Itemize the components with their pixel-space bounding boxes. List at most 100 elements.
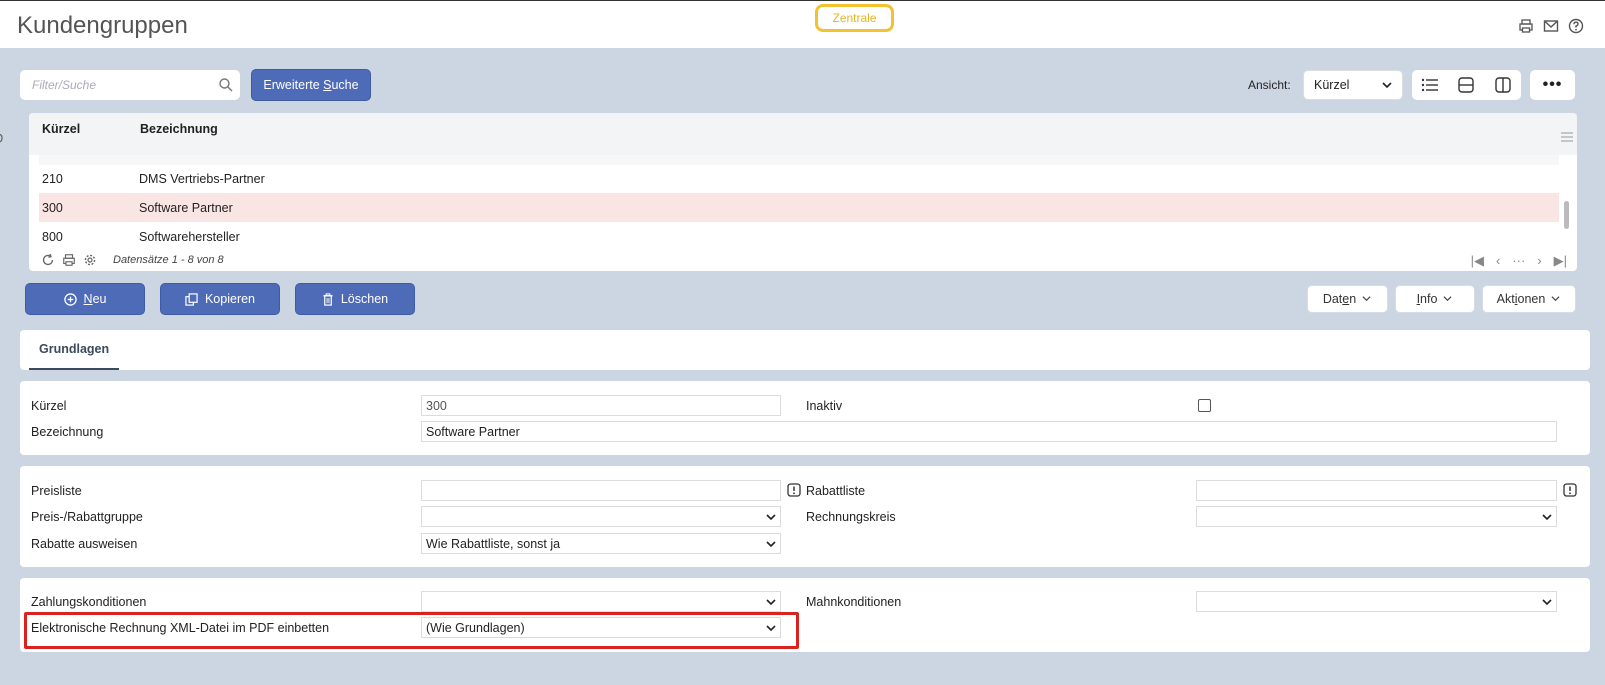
preisliste-field[interactable] — [421, 480, 781, 501]
print-icon[interactable] — [1518, 18, 1535, 35]
chevron-down-icon — [1551, 294, 1561, 304]
chevron-down-icon — [1542, 597, 1552, 607]
prev-page-icon[interactable]: ‹ — [1496, 253, 1500, 269]
new-button[interactable]: Neu — [25, 283, 145, 315]
next-page-icon[interactable]: › — [1537, 253, 1541, 269]
bezeichnung-field[interactable]: Software Partner — [421, 421, 1557, 442]
cell-name: Software Partner — [139, 200, 233, 215]
actions-label: Akt — [1496, 292, 1515, 306]
view-select-value: Kürzel — [1314, 78, 1350, 92]
copy-icon — [185, 292, 198, 306]
refresh-icon[interactable] — [41, 253, 55, 267]
search-icon[interactable] — [218, 77, 234, 93]
cell-code: 300 — [42, 200, 63, 215]
page-dots: ··· — [1512, 253, 1526, 268]
delete-label: Löschen — [340, 292, 389, 306]
chevron-down-icon — [1443, 294, 1453, 304]
rabatte-ausweisen-value: Wie Rabattliste, sonst ja — [426, 536, 561, 551]
first-page-icon[interactable]: |◀ — [1471, 253, 1484, 269]
chevron-down-icon — [1382, 80, 1392, 90]
highlight-box — [24, 612, 799, 649]
advanced-search-label-rest: uche — [331, 78, 359, 92]
copy-label: Kopieren — [204, 292, 256, 306]
cell-code: 210 — [42, 171, 63, 186]
record-count: Datensätze 1 - 8 von 8 — [113, 254, 224, 266]
data-grid: Kürzel Bezeichnung 210 DMS Vertriebs-Par… — [29, 113, 1577, 271]
table-row[interactable]: 210 DMS Vertriebs-Partner — [39, 164, 1559, 193]
info-box-icon[interactable] — [787, 483, 801, 497]
advanced-search-label: Erweiterte — [263, 78, 324, 92]
kuerzel-value: 300 — [426, 398, 447, 413]
delete-button[interactable]: Löschen — [295, 283, 415, 315]
tab-bar: Grundlagen — [20, 330, 1590, 370]
form-panel-basic: Kürzel 300 Inaktiv Bezeichnung Software … — [20, 381, 1590, 455]
more-options-button[interactable]: ••• — [1530, 70, 1575, 100]
column-header-kuerzel[interactable]: Kürzel — [42, 122, 80, 136]
rabattliste-field[interactable] — [1196, 480, 1557, 501]
advanced-search-button[interactable]: Erweiterte Suche — [251, 69, 371, 101]
help-icon[interactable] — [1568, 18, 1585, 35]
table-row-selected[interactable]: 300 Software Partner — [39, 193, 1559, 222]
mahnkonditionen-select[interactable] — [1196, 591, 1557, 612]
split-vertical-icon[interactable] — [1492, 75, 1514, 95]
advanced-search-accel: S — [323, 78, 332, 92]
search-box — [20, 70, 240, 100]
view-label: Ansicht: — [1248, 78, 1291, 92]
last-page-icon[interactable]: ▶| — [1554, 253, 1567, 269]
trash-icon — [322, 292, 334, 306]
list-view-icon[interactable] — [1419, 75, 1441, 95]
actions-label-rest: onen — [1517, 292, 1546, 306]
data-menu-button[interactable]: Dat e n — [1307, 285, 1388, 313]
gear-icon[interactable] — [83, 253, 97, 267]
page-title: Kundengruppen — [17, 12, 188, 39]
tab-grundlagen[interactable]: Grundlagen — [29, 330, 120, 370]
new-accel: N — [83, 292, 93, 306]
bezeichnung-label: Bezeichnung — [31, 425, 104, 439]
rechnungskreis-label: Rechnungskreis — [806, 510, 896, 524]
data-label-rest: n — [1349, 292, 1357, 306]
view-mode-group — [1412, 70, 1521, 100]
zentrale-badge[interactable]: Zentrale — [815, 4, 894, 32]
cell-code: 800 — [42, 229, 63, 244]
rabatte-ausweisen-select[interactable]: Wie Rabattliste, sonst ja — [421, 533, 781, 554]
kuerzel-field[interactable]: 300 — [421, 395, 781, 416]
chevron-down-icon — [1362, 294, 1372, 304]
print-icon[interactable] — [62, 253, 76, 267]
top-icons — [1518, 18, 1585, 35]
column-header-bezeichnung[interactable]: Bezeichnung — [140, 122, 218, 136]
table-row[interactable]: 800 Softwarehersteller — [39, 222, 1559, 251]
info-label: nfo — [1420, 292, 1438, 306]
preisliste-label: Preisliste — [31, 484, 82, 498]
split-horizontal-icon[interactable] — [1455, 75, 1477, 95]
new-label: eu — [92, 292, 107, 306]
form-panel-pricing: Preisliste Rabattliste Preis-/Rabattgrup… — [20, 466, 1590, 567]
link-icon[interactable] — [0, 131, 8, 147]
mail-icon[interactable] — [1543, 18, 1560, 35]
preis-rabattgruppe-select[interactable] — [421, 506, 781, 527]
copy-button[interactable]: Kopieren — [160, 283, 280, 315]
rechnungskreis-select[interactable] — [1196, 506, 1557, 527]
actions-menu-button[interactable]: Akt i onen — [1482, 285, 1576, 313]
grid-header: Kürzel Bezeichnung — [29, 113, 1577, 155]
cell-name: Softwarehersteller — [139, 229, 240, 244]
zahlungskonditionen-select[interactable] — [421, 591, 781, 612]
data-label: Dat — [1322, 292, 1343, 306]
search-input[interactable] — [20, 70, 210, 100]
chevron-down-icon — [766, 597, 776, 607]
plus-circle-icon — [63, 292, 77, 306]
inaktiv-checkbox[interactable] — [1198, 399, 1211, 412]
data-accel: e — [1342, 292, 1350, 306]
cell-name: DMS Vertriebs-Partner — [139, 171, 265, 186]
info-box-icon[interactable] — [1563, 483, 1577, 497]
zahlungskonditionen-label: Zahlungskonditionen — [31, 595, 147, 609]
rabattliste-label: Rabattliste — [806, 484, 866, 498]
info-menu-button[interactable]: Info — [1395, 285, 1475, 313]
mahnkonditionen-label: Mahnkonditionen — [806, 595, 902, 609]
grid-scrollbar[interactable] — [1564, 201, 1569, 229]
preis-rabattgruppe-label: Preis-/Rabattgruppe — [31, 510, 143, 524]
kuerzel-label: Kürzel — [31, 399, 67, 413]
pager: |◀ ‹ ··· › ▶| — [1471, 253, 1567, 269]
column-menu-icon[interactable] — [1561, 131, 1573, 142]
view-select[interactable]: Kürzel — [1303, 70, 1403, 100]
chevron-down-icon — [1542, 512, 1552, 522]
